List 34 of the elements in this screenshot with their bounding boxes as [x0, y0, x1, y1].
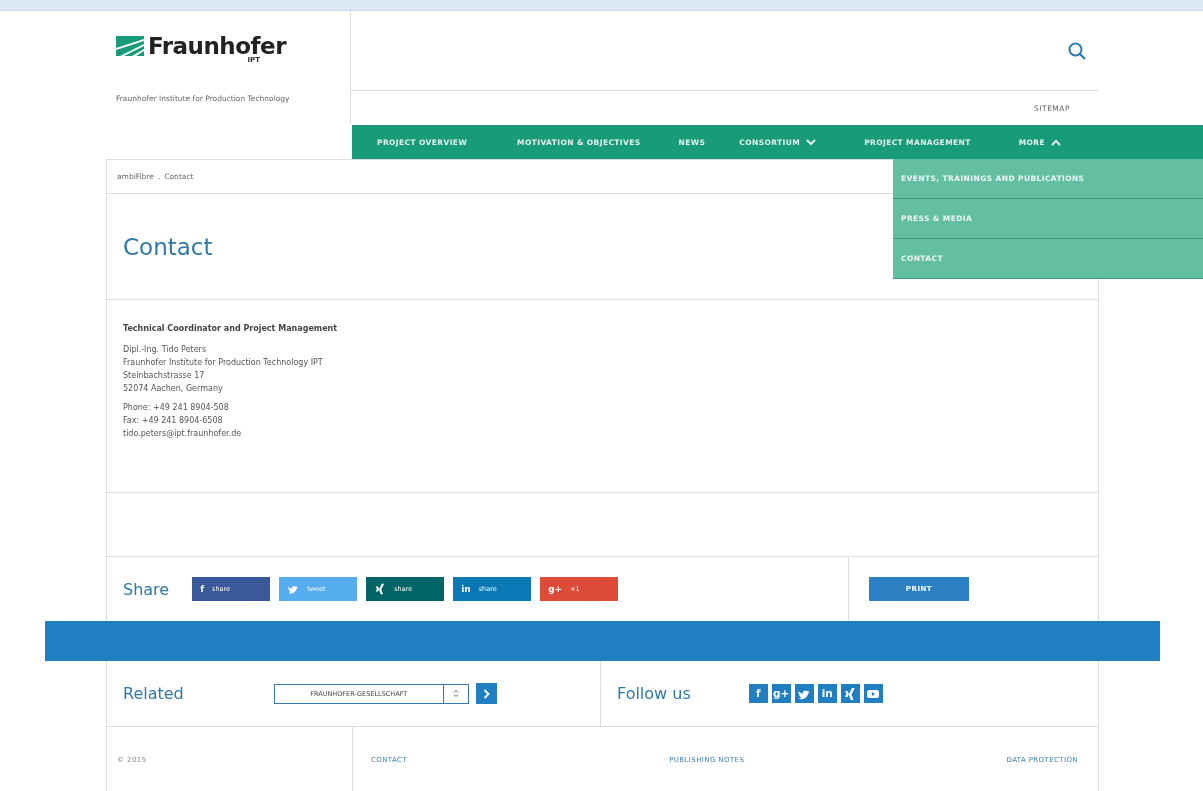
linkedin-icon: in	[461, 584, 471, 594]
search-icon[interactable]	[1068, 41, 1086, 60]
section-heading: Technical Coordinator and Project Management	[123, 323, 339, 335]
facebook-icon: f	[755, 688, 761, 699]
social-link[interactable]	[794, 684, 814, 703]
google-plus-icon: g+	[548, 584, 563, 594]
page-title: Contact	[123, 233, 213, 260]
follow-label: Follow us	[617, 684, 691, 703]
related-label: Related	[123, 684, 184, 703]
facebook-icon: f	[200, 584, 205, 594]
social-link[interactable]: f	[748, 684, 768, 703]
google-plus-icon: g+	[773, 688, 790, 699]
email-link[interactable]: tido.peters@ipt.fraunhofer.de	[123, 427, 242, 440]
xing-icon	[843, 686, 858, 701]
chevron-right-icon	[482, 688, 490, 699]
chevron-up-icon	[1051, 138, 1062, 146]
address-line: 52074 Aachen, Germany	[123, 383, 223, 395]
chevron-down-icon	[806, 138, 817, 146]
fax-number: Fax: +49 241 8904-6508	[123, 415, 223, 427]
phone-number: Phone: +49 241 8904-508	[123, 402, 229, 414]
xing-icon	[374, 583, 387, 595]
logo-mark-icon	[116, 36, 144, 56]
linkedin-icon: in	[821, 688, 833, 699]
social-link[interactable]: g+	[771, 684, 791, 703]
social-link[interactable]	[863, 684, 883, 703]
social-link[interactable]	[840, 684, 860, 703]
address-line: Steinbachstrasse 17	[123, 370, 205, 382]
address-line: Dipl.-Ing. Tido Peters	[123, 344, 207, 356]
share-label: Share	[123, 579, 170, 599]
address-line: Fraunhofer Institute for Production Technology IPT	[123, 357, 323, 369]
social-link[interactable]: in	[817, 684, 837, 703]
bird-icon	[287, 583, 300, 595]
updown-icon	[452, 689, 459, 698]
go-button[interactable]	[475, 683, 497, 704]
